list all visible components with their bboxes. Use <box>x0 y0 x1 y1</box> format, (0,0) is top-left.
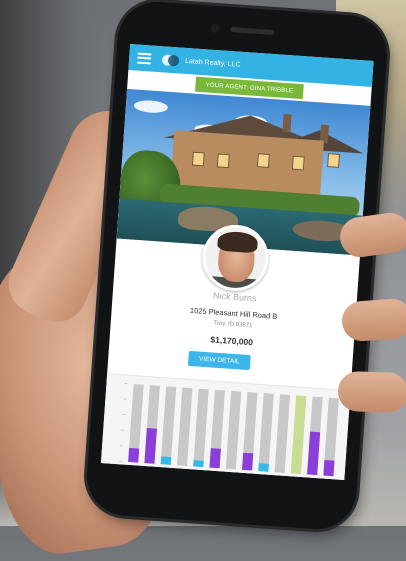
phone-screen: Latah Realty, LLC YOUR AGENT: GINA TRIBB… <box>101 44 374 480</box>
bar-chart <box>101 373 351 480</box>
hamburger-menu-icon[interactable] <box>137 52 152 64</box>
finger <box>341 298 406 343</box>
chart-bar <box>209 448 220 468</box>
bar-chart-svg <box>101 374 351 480</box>
avatar-hair <box>217 231 258 254</box>
chart-bar <box>258 463 269 471</box>
house-window <box>327 153 340 168</box>
chart-bar <box>128 448 139 463</box>
chart-bar <box>242 453 253 471</box>
chart-bar-background <box>226 391 242 470</box>
chart-bar <box>291 395 307 474</box>
phone-device: Latah Realty, LLC YOUR AGENT: GINA TRIBB… <box>84 0 389 532</box>
chart-bar <box>323 460 334 476</box>
brand-logo-icon <box>162 54 180 66</box>
chart-bar <box>307 432 320 476</box>
chart-bar <box>144 428 157 464</box>
earpiece-speaker <box>230 27 274 35</box>
chart-bar-background <box>193 389 209 468</box>
chart-bar-background <box>177 387 193 466</box>
house-window <box>192 152 205 167</box>
chart-bar-background <box>161 386 177 465</box>
chart-bar <box>161 456 172 464</box>
house-window <box>257 153 270 168</box>
view-detail-button[interactable]: VIEW DETAIL <box>188 351 251 370</box>
front-camera <box>210 24 220 34</box>
house-chimney <box>282 114 291 133</box>
finger <box>337 371 406 413</box>
house-window <box>292 156 305 171</box>
chart-bar-background <box>275 394 291 473</box>
chart-bar-background <box>258 393 274 472</box>
chart-bar <box>193 460 204 467</box>
brand-name: Latah Realty, LLC <box>185 57 241 68</box>
house-window <box>217 153 230 168</box>
cloud <box>133 99 168 113</box>
